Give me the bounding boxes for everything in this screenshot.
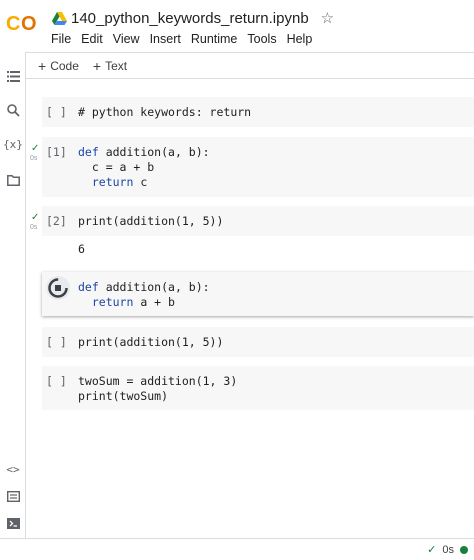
status-bar: ✓ 0s bbox=[0, 538, 474, 560]
plus-icon: + bbox=[38, 57, 47, 74]
cell-code[interactable]: print(addition(1, 5)) bbox=[78, 335, 223, 350]
svg-text:O: O bbox=[21, 13, 37, 34]
cell-prompt[interactable]: [ ] bbox=[46, 335, 67, 350]
menu-edit[interactable]: Edit bbox=[81, 32, 103, 46]
menu-tools[interactable]: Tools bbox=[247, 32, 276, 46]
cell-prompt[interactable]: [ ] bbox=[46, 105, 67, 120]
menu-file[interactable]: File bbox=[51, 32, 71, 46]
colab-logo[interactable]: C O bbox=[6, 12, 40, 34]
add-text-label: Text bbox=[105, 58, 128, 73]
svg-text:C: C bbox=[6, 13, 20, 34]
notebook-title[interactable]: 140_python_keywords_return.ipynb bbox=[71, 10, 309, 27]
cell-code[interactable]: # python keywords: return bbox=[78, 105, 251, 120]
menu-icon[interactable] bbox=[5, 68, 21, 84]
terminal-icon[interactable] bbox=[5, 515, 21, 531]
runtime-status-dot[interactable] bbox=[460, 545, 468, 554]
code-cell[interactable]: [ ] # python keywords: return bbox=[42, 97, 474, 127]
plus-icon: + bbox=[92, 57, 102, 74]
code-cell[interactable]: [1] def addition(a, b): c = a + b return… bbox=[42, 137, 474, 197]
cell-output: 6 bbox=[78, 242, 85, 256]
menu-runtime[interactable]: Runtime bbox=[191, 32, 238, 46]
header: C O 140_python_keywords_return.ipynb ☆ F… bbox=[0, 0, 474, 52]
execution-time: 0s bbox=[30, 224, 38, 231]
add-text-button[interactable]: + Text bbox=[93, 58, 127, 74]
cell-code[interactable]: print(addition(1, 5)) bbox=[78, 214, 223, 229]
files-icon[interactable] bbox=[5, 172, 21, 188]
add-code-label: Code bbox=[50, 58, 79, 73]
success-check-icon: ✓ bbox=[31, 143, 40, 154]
execution-time: 0s bbox=[30, 155, 38, 162]
spinner-icon bbox=[48, 278, 68, 298]
command-palette-icon[interactable] bbox=[5, 488, 21, 504]
cell-code[interactable]: def addition(a, b): return a + b bbox=[78, 280, 210, 310]
variables-icon[interactable]: {x} bbox=[3, 136, 23, 152]
stop-execution-button[interactable] bbox=[46, 276, 70, 300]
status-time: 0s bbox=[442, 543, 454, 556]
google-drive-icon bbox=[52, 11, 67, 25]
cell-code[interactable]: def addition(a, b): c = a + b return c bbox=[78, 145, 210, 190]
cell-prompt[interactable]: [1] bbox=[46, 145, 67, 160]
menu-insert[interactable]: Insert bbox=[150, 32, 181, 46]
star-icon[interactable]: ☆ bbox=[321, 9, 334, 27]
status-check-icon: ✓ bbox=[427, 544, 437, 556]
search-icon[interactable] bbox=[5, 102, 21, 118]
code-snippets-icon[interactable]: <> bbox=[5, 461, 21, 477]
left-rail: {x} <> bbox=[0, 52, 26, 538]
code-cell-focused[interactable]: def addition(a, b): return a + b bbox=[42, 272, 474, 316]
add-code-button[interactable]: + Code bbox=[38, 58, 79, 74]
success-check-icon: ✓ bbox=[31, 212, 40, 223]
code-cell[interactable]: [ ] twoSum = addition(1, 3) print(twoSum… bbox=[42, 366, 474, 410]
code-cell[interactable]: [ ] print(addition(1, 5)) bbox=[42, 327, 474, 357]
cell-code[interactable]: twoSum = addition(1, 3) print(twoSum) bbox=[78, 374, 237, 404]
menu-view[interactable]: View bbox=[113, 32, 140, 46]
menu-bar: File Edit View Insert Runtime Tools Help bbox=[51, 32, 312, 46]
cell-prompt[interactable]: [ ] bbox=[46, 374, 67, 389]
toolbar: + Code + Text bbox=[26, 52, 474, 79]
cell-prompt[interactable]: [2] bbox=[46, 214, 67, 229]
menu-help[interactable]: Help bbox=[287, 32, 313, 46]
code-cell[interactable]: [2] print(addition(1, 5)) bbox=[42, 206, 474, 236]
